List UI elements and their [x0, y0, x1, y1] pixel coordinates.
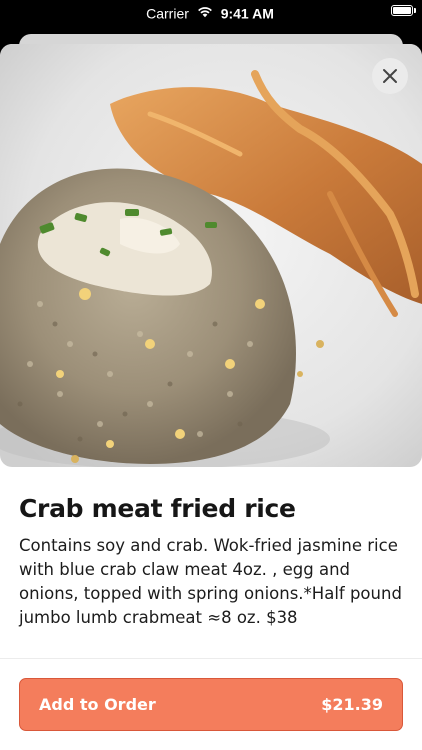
add-to-order-button[interactable]: Add to Order $21.39 [19, 678, 403, 731]
item-photo [0, 44, 422, 467]
add-to-order-label: Add to Order [39, 695, 156, 714]
close-button[interactable] [372, 58, 408, 94]
battery-icon [391, 5, 416, 16]
status-bar: Carrier 9:41 AM [0, 0, 422, 26]
item-description: Contains soy and crab. Wok-fried jasmine… [19, 536, 402, 627]
status-center: Carrier 9:41 AM [110, 4, 310, 21]
order-price: $21.39 [321, 695, 383, 714]
item-detail-sheet: Crab meat fried rice Contains soy and cr… [0, 44, 422, 750]
item-title: Crab meat fried rice [19, 494, 296, 523]
time-label: 9:41 AM [220, 5, 274, 22]
wifi-icon [197, 5, 213, 21]
carrier-label: Carrier [146, 5, 189, 22]
close-icon [382, 68, 398, 84]
screen: Carrier 9:41 AM Crab meat fried rice Con… [0, 0, 422, 750]
divider [0, 658, 422, 659]
